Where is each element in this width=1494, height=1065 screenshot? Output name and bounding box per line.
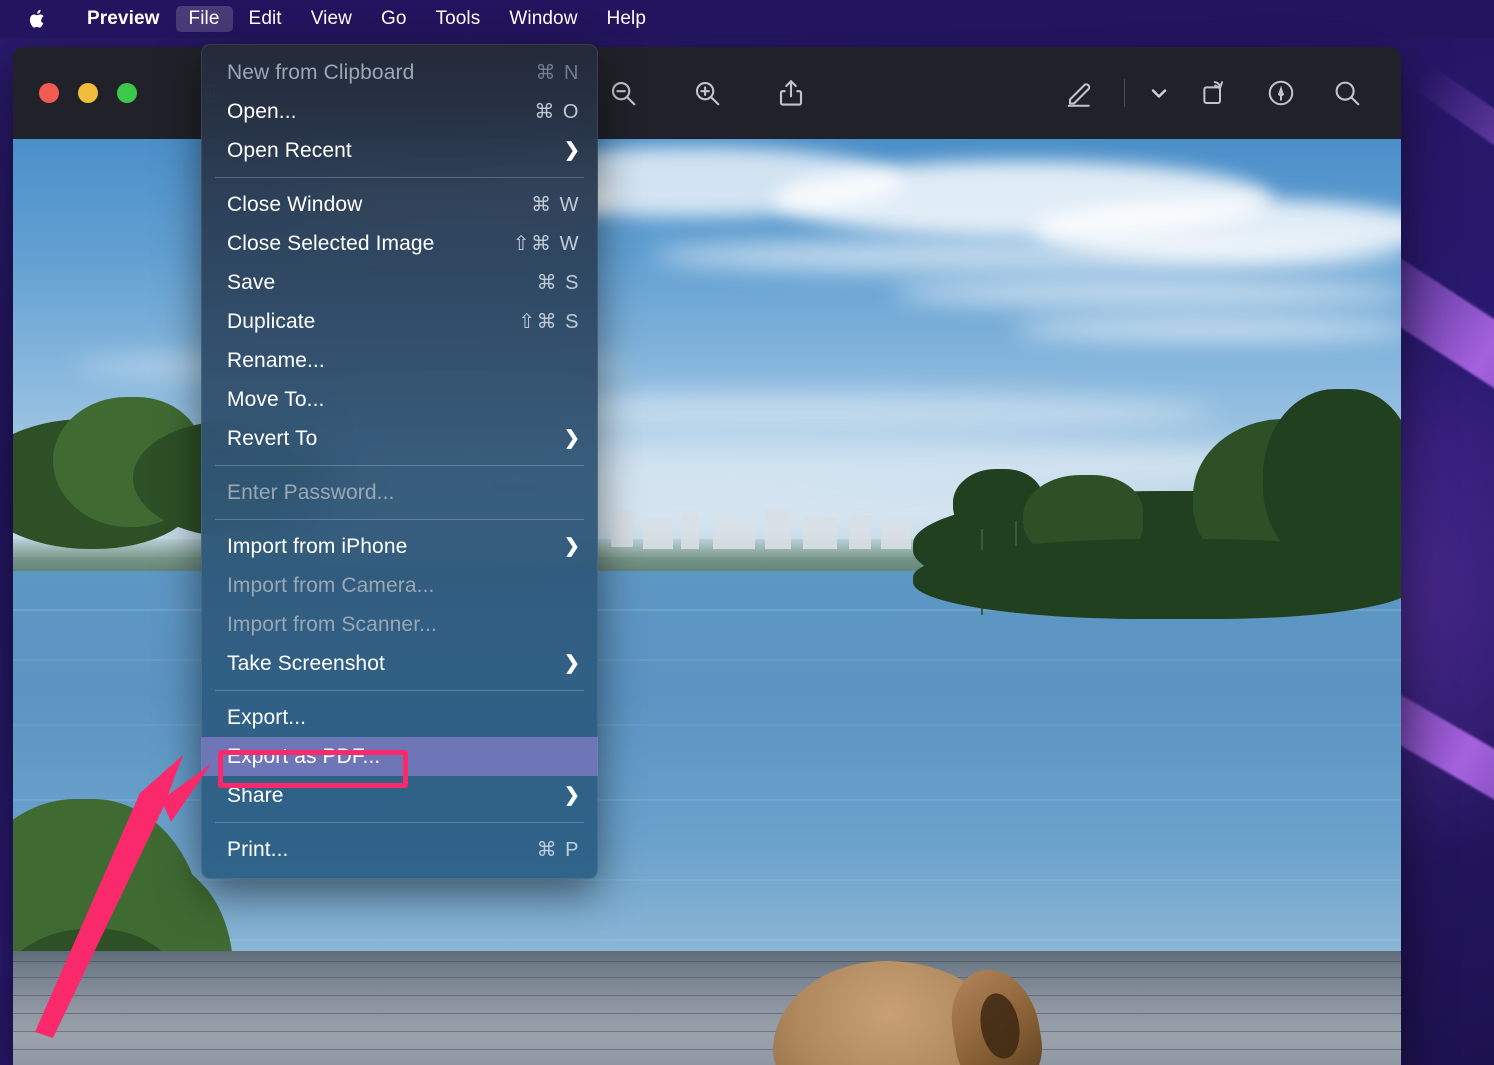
menu-item-import-from-camera: Import from Camera... (201, 566, 598, 605)
menu-separator (215, 177, 584, 178)
toolbar-right-group (1058, 71, 1369, 115)
menu-item-duplicate[interactable]: Duplicate ⇧⌘ S (201, 302, 598, 341)
menu-item-shortcut: ⌘ W (531, 194, 580, 216)
menu-item-label: Close Selected Image (227, 231, 435, 255)
zoom-out-icon[interactable] (601, 71, 645, 115)
traffic-light-group (39, 83, 137, 103)
photo-building (713, 521, 755, 549)
menubar-item-edit[interactable]: Edit (236, 6, 295, 32)
chevron-right-icon: ❯ (563, 536, 580, 557)
menu-item-close-selected-image[interactable]: Close Selected Image ⇧⌘ W (201, 224, 598, 263)
chevron-right-icon: ❯ (563, 785, 580, 806)
menu-item-revert-to[interactable]: Revert To ❯ (201, 419, 598, 458)
menu-item-enter-password: Enter Password... (201, 473, 598, 512)
photo-building (611, 511, 633, 547)
search-icon[interactable] (1325, 71, 1369, 115)
zoom-in-icon[interactable] (685, 71, 729, 115)
menu-item-shortcut: ⌘ S (536, 272, 580, 294)
photo-building (765, 509, 791, 549)
share-icon[interactable] (769, 71, 813, 115)
photo-building (849, 515, 871, 549)
menu-item-export[interactable]: Export... (201, 698, 598, 737)
menu-item-label: Import from Camera... (227, 573, 435, 597)
toolbar-divider (1124, 79, 1125, 107)
photo-building (681, 513, 699, 549)
photo-cloud (893, 279, 1401, 307)
menubar-item-file[interactable]: File (175, 6, 233, 32)
menu-item-import-from-scanner: Import from Scanner... (201, 605, 598, 644)
highlight-box-annotation (218, 750, 408, 788)
minimize-window-button[interactable] (78, 83, 98, 103)
menu-item-label: Open Recent (227, 138, 352, 162)
photo-building (881, 523, 911, 549)
menu-separator (215, 822, 584, 823)
menu-item-move-to[interactable]: Move To... (201, 380, 598, 419)
chevron-right-icon: ❯ (563, 653, 580, 674)
zoom-window-button[interactable] (117, 83, 137, 103)
chevron-right-icon: ❯ (563, 428, 580, 449)
menu-item-label: Close Window (227, 192, 363, 216)
menu-item-save[interactable]: Save ⌘ S (201, 263, 598, 302)
menubar-item-tools[interactable]: Tools (422, 6, 493, 32)
menu-separator (215, 465, 584, 466)
menu-item-label: Print... (227, 837, 289, 861)
menu-separator (215, 690, 584, 691)
menu-item-rename[interactable]: Rename... (201, 341, 598, 380)
menu-item-shortcut: ⌘ N (535, 62, 580, 84)
menu-item-shortcut: ⌘ P (536, 839, 580, 861)
menu-item-label: Enter Password... (227, 480, 395, 504)
menu-item-label: Export... (227, 705, 307, 729)
menu-item-print[interactable]: Print... ⌘ P (201, 830, 598, 869)
close-window-button[interactable] (39, 83, 59, 103)
menubar-item-view[interactable]: View (298, 6, 365, 32)
menu-item-label: Revert To (227, 426, 318, 450)
photo-cloud (1013, 317, 1401, 341)
chevron-right-icon: ❯ (563, 140, 580, 161)
menu-item-import-from-iphone[interactable]: Import from iPhone ❯ (201, 527, 598, 566)
photo-treeline (913, 539, 1401, 619)
menu-item-take-screenshot[interactable]: Take Screenshot ❯ (201, 644, 598, 683)
menu-item-shortcut: ⌘ O (534, 101, 580, 123)
photo-deck (13, 951, 1401, 1065)
markup-pen-icon[interactable] (1058, 71, 1102, 115)
macos-menubar: Preview File Edit View Go Tools Window H… (0, 0, 1494, 38)
apple-logo-icon[interactable] (22, 0, 52, 38)
menu-item-label: Rename... (227, 348, 325, 372)
menu-item-shortcut: ⇧⌘ S (518, 311, 580, 333)
menu-item-open-recent[interactable]: Open Recent ❯ (201, 131, 598, 170)
wallpaper-streak (1411, 62, 1494, 237)
menu-item-close-window[interactable]: Close Window ⌘ W (201, 185, 598, 224)
menubar-item-help[interactable]: Help (594, 6, 659, 32)
menubar-item-window[interactable]: Window (496, 6, 590, 32)
menu-item-label: Open... (227, 99, 297, 123)
menu-item-label: Import from iPhone (227, 534, 408, 558)
chevron-down-icon[interactable] (1147, 81, 1171, 105)
menu-item-label: Save (227, 270, 276, 294)
menu-separator (215, 519, 584, 520)
menu-item-open[interactable]: Open... ⌘ O (201, 92, 598, 131)
photo-cloud (653, 239, 1401, 273)
menu-item-new-from-clipboard: New from Clipboard ⌘ N (201, 53, 598, 92)
menu-item-label: Duplicate (227, 309, 316, 333)
menu-item-label: Move To... (227, 387, 325, 411)
photo-building (803, 517, 837, 549)
rotate-icon[interactable] (1193, 71, 1237, 115)
menu-item-label: Import from Scanner... (227, 612, 437, 636)
menubar-item-preview[interactable]: Preview (74, 6, 173, 32)
menu-item-shortcut: ⇧⌘ W (512, 233, 580, 255)
menubar-item-go[interactable]: Go (368, 6, 420, 32)
annotate-pen-circle-icon[interactable] (1259, 71, 1303, 115)
photo-building (643, 519, 673, 549)
menu-item-label: Take Screenshot (227, 651, 385, 675)
menu-item-label: New from Clipboard (227, 60, 415, 84)
